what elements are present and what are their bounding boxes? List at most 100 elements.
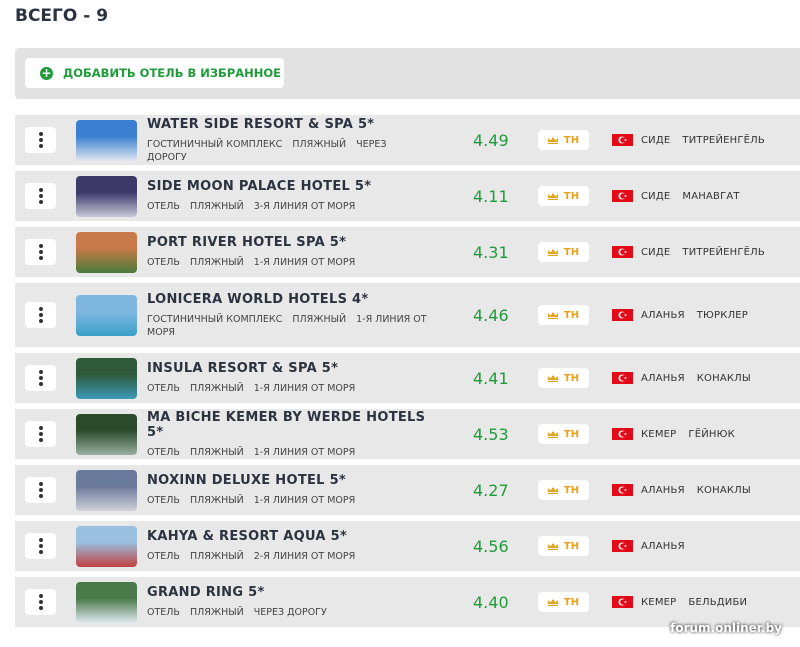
hotel-name-link[interactable]: WATER SIDE RESORT & SPA 5* bbox=[147, 117, 437, 132]
operator-badge: TH bbox=[538, 130, 589, 150]
operator-badge-label: TH bbox=[563, 540, 580, 552]
hotel-row: NOXINN DELUXE HOTEL 5* ОТЕЛЬ ПЛЯЖНЫЙ 1-Я Л… bbox=[15, 465, 800, 515]
hotel-rating: 4.40 bbox=[473, 592, 509, 612]
hotel-tag: ОТЕЛЬ bbox=[147, 551, 180, 562]
hotel-photo[interactable] bbox=[76, 525, 137, 567]
operator-badge-label: TH bbox=[563, 190, 580, 202]
crown-icon bbox=[547, 374, 558, 382]
hotel-tag: ПЛЯЖНЫЙ bbox=[189, 495, 244, 506]
turkey-flag-icon bbox=[612, 134, 633, 146]
hotel-photo[interactable] bbox=[76, 413, 137, 455]
more-options-button[interactable] bbox=[25, 302, 56, 328]
hotel-photo[interactable] bbox=[76, 231, 137, 273]
hotel-row: INSULA RESORT & SPA 5* ОТЕЛЬ ПЛЯЖНЫЙ 1-Я Л… bbox=[15, 353, 800, 403]
hotel-tag: 1-Я ЛИНИЯ ОТ МОРЯ bbox=[253, 446, 356, 458]
hotel-tag: ПЛЯЖНЫЙ bbox=[292, 138, 347, 150]
more-options-button[interactable] bbox=[25, 421, 56, 447]
hotel-row: WATER SIDE RESORT & SPA 5* ГОСТИНИЧНЫЙ К… bbox=[15, 115, 800, 165]
hotel-tags: ОТЕЛЬ ПЛЯЖНЫЙ ЧЕРЕЗ ДОРОГУ bbox=[147, 606, 437, 619]
operator-badge-label: TH bbox=[563, 372, 580, 384]
hotel-location: СИДЕ МАНАВГАТ bbox=[641, 191, 752, 202]
hotel-row: LONICERA WORLD HOTELS 4* ГОСТИНИЧНЫЙ КОМ… bbox=[15, 283, 800, 347]
crown-icon bbox=[547, 311, 558, 319]
hotel-tag: ОТЕЛЬ bbox=[147, 495, 180, 506]
hotel-name-link[interactable]: LONICERA WORLD HOTELS 4* bbox=[147, 292, 437, 307]
hotel-name-link[interactable]: INSULA RESORT & SPA 5* bbox=[147, 361, 437, 376]
hotel-location: АЛАНЬЯ КОНАКЛЫ bbox=[641, 485, 763, 496]
hotel-photo[interactable] bbox=[76, 581, 137, 623]
hotel-photo[interactable] bbox=[76, 175, 137, 217]
total-count-heading: ВСЕГО - 9 bbox=[15, 6, 109, 26]
city: АЛАНЬЯ bbox=[641, 540, 685, 552]
hotel-tag: ПЛЯЖНЫЙ bbox=[189, 446, 244, 458]
hotel-name-link[interactable]: SIDE MOON PALACE HOTEL 5* bbox=[147, 179, 437, 194]
turkey-flag-icon bbox=[612, 246, 633, 258]
hotel-tags: ОТЕЛЬ ПЛЯЖНЫЙ 1-Я ЛИНИЯ ОТ МОРЯ bbox=[147, 494, 437, 507]
crown-icon bbox=[547, 486, 558, 494]
hotel-rating: 4.53 bbox=[473, 424, 509, 444]
hotel-tag: ЧЕРЕЗ ДОРОГУ bbox=[253, 607, 327, 618]
hotel-tag: ПЛЯЖНЫЙ bbox=[189, 607, 244, 618]
hotel-tag: ОТЕЛЬ bbox=[147, 257, 180, 268]
hotel-name-link[interactable]: PORT RIVER HOTEL SPA 5* bbox=[147, 235, 437, 250]
hotel-rating: 4.11 bbox=[473, 186, 509, 206]
hotel-tag: 2-Я ЛИНИЯ ОТ МОРЯ bbox=[253, 551, 356, 562]
hotel-location: КЕМЕР БЕЛЬДИБИ bbox=[641, 597, 759, 608]
hotel-photo[interactable] bbox=[76, 357, 137, 399]
hotel-name-link[interactable]: KAHYA & RESORT AQUA 5* bbox=[147, 529, 437, 544]
hotel-name-link[interactable]: MA BICHE KEMER BY WERDE HOTELS 5* bbox=[147, 410, 437, 440]
hotel-row: MA BICHE KEMER BY WERDE HOTELS 5* ОТЕЛЬ П… bbox=[15, 409, 800, 459]
city: АЛАНЬЯ bbox=[641, 309, 685, 321]
operator-badge-label: TH bbox=[563, 484, 580, 496]
hotel-tags: ОТЕЛЬ ПЛЯЖНЫЙ 2-Я ЛИНИЯ ОТ МОРЯ bbox=[147, 550, 437, 563]
city: АЛАНЬЯ bbox=[641, 484, 685, 496]
operator-badge: TH bbox=[538, 480, 589, 500]
hotel-row: PORT RIVER HOTEL SPA 5* ОТЕЛЬ ПЛЯЖНЫЙ 1-Я … bbox=[15, 227, 800, 277]
more-options-button[interactable] bbox=[25, 477, 56, 503]
more-options-button[interactable] bbox=[25, 589, 56, 615]
more-options-button[interactable] bbox=[25, 533, 56, 559]
hotel-tag: 1-Я ЛИНИЯ ОТ МОРЯ bbox=[253, 495, 356, 506]
crown-icon bbox=[547, 248, 558, 256]
turkey-flag-icon bbox=[612, 309, 633, 321]
hotel-tag: ПЛЯЖНЫЙ bbox=[189, 201, 244, 212]
hotel-tag: 1-Я ЛИНИЯ ОТ МОРЯ bbox=[253, 383, 356, 394]
operator-badge: TH bbox=[538, 186, 589, 206]
operator-badge-label: TH bbox=[563, 309, 580, 321]
add-hotel-to-favorites-button[interactable]: + ДОБАВИТЬ ОТЕЛЬ В ИЗБРАННОЕ bbox=[25, 58, 284, 88]
operator-badge: TH bbox=[538, 305, 589, 325]
hotel-photo[interactable] bbox=[76, 119, 137, 161]
area: ТИТРЕЙЕНГЁЛЬ bbox=[682, 246, 765, 258]
hotel-name-link[interactable]: GRAND RING 5* bbox=[147, 585, 437, 600]
crown-icon bbox=[547, 598, 558, 606]
watermark: forum.onliner.by bbox=[670, 621, 782, 635]
more-options-button[interactable] bbox=[25, 183, 56, 209]
hotel-row: KAHYA & RESORT AQUA 5* ОТЕЛЬ ПЛЯЖНЫЙ 2-Я Л… bbox=[15, 521, 800, 571]
operator-badge: TH bbox=[538, 536, 589, 556]
hotel-location: АЛАНЬЯ КОНАКЛЫ bbox=[641, 373, 763, 384]
hotel-rating: 4.41 bbox=[473, 368, 509, 388]
hotel-photo[interactable] bbox=[76, 294, 137, 336]
operator-badge-label: TH bbox=[563, 428, 580, 440]
hotel-location: СИДЕ ТИТРЕЙЕНГЁЛЬ bbox=[641, 247, 777, 258]
hotel-tags: ОТЕЛЬ ПЛЯЖНЫЙ 3-Я ЛИНИЯ ОТ МОРЯ bbox=[147, 200, 437, 213]
area: МАНАВГАТ bbox=[682, 190, 740, 202]
turkey-flag-icon bbox=[612, 190, 633, 202]
operator-badge-label: TH bbox=[563, 246, 580, 258]
turkey-flag-icon bbox=[612, 540, 633, 552]
hotel-rating: 4.31 bbox=[473, 242, 509, 262]
hotel-rating: 4.56 bbox=[473, 536, 509, 556]
turkey-flag-icon bbox=[612, 596, 633, 608]
hotel-tag: ОТЕЛЬ bbox=[147, 383, 180, 394]
hotel-name-link[interactable]: NOXINN DELUXE HOTEL 5* bbox=[147, 473, 437, 488]
more-options-button[interactable] bbox=[25, 127, 56, 153]
hotel-rating: 4.49 bbox=[473, 130, 509, 150]
hotel-row: SIDE MOON PALACE HOTEL 5* ОТЕЛЬ ПЛЯЖНЫЙ 3-… bbox=[15, 171, 800, 221]
turkey-flag-icon bbox=[612, 372, 633, 384]
more-options-button[interactable] bbox=[25, 239, 56, 265]
crown-icon bbox=[547, 542, 558, 550]
hotel-tag: ПЛЯЖНЫЙ bbox=[189, 257, 244, 268]
hotel-photo[interactable] bbox=[76, 469, 137, 511]
toolbar: + ДОБАВИТЬ ОТЕЛЬ В ИЗБРАННОЕ bbox=[15, 48, 800, 99]
more-options-button[interactable] bbox=[25, 365, 56, 391]
